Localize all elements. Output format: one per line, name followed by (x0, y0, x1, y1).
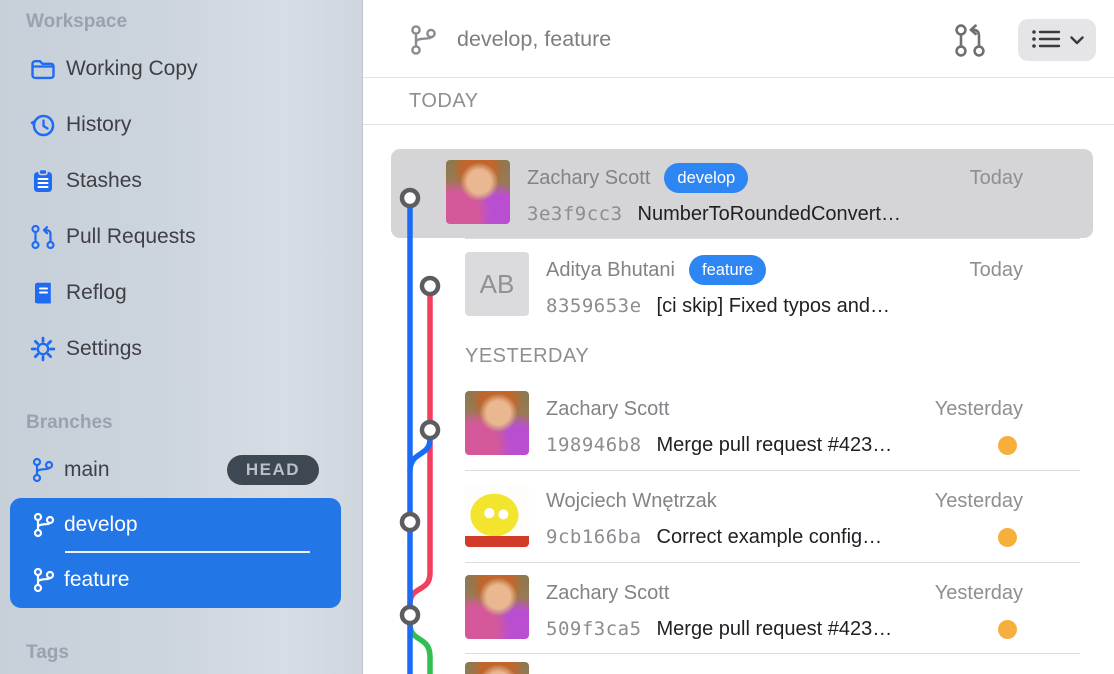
reflog-book-icon (28, 278, 58, 308)
workspace-section-label: Workspace (26, 8, 127, 36)
tags-section-label: Tags (26, 639, 69, 667)
stashes-clipboard-icon (28, 166, 58, 196)
chevron-down-icon (1070, 33, 1084, 48)
commit-message: Merge pull request #423… (657, 618, 893, 641)
section-header-yesterday: YESTERDAY (465, 342, 589, 370)
toolbar: develop, feature (363, 0, 1114, 78)
commit-author: Zachary Scott (527, 167, 650, 190)
branch-badge: feature (689, 255, 766, 285)
commit-node (402, 607, 418, 623)
sidebar-item-label: Pull Requests (66, 225, 196, 249)
git-client-window: Workspace Working Copy History Stashes P… (0, 0, 1114, 674)
commit-hash: 9cb166ba (546, 526, 642, 548)
settings-gear-icon (28, 334, 58, 364)
commit-message: NumberToRoundedConvert… (638, 203, 901, 226)
commit-hash: 8359653e (546, 295, 642, 317)
branch-name: feature (64, 568, 129, 592)
commit-row[interactable]: AB Aditya Bhutani feature Today 8359653e… (363, 239, 1114, 331)
commit-author: Wojciech Wnętrzak (546, 490, 717, 513)
commit-message: Merge pull request #423… (657, 434, 893, 457)
sidebar-item-pull-requests[interactable]: Pull Requests (0, 209, 363, 265)
commit-graph (376, 125, 456, 674)
commit-date: Today (970, 255, 1023, 285)
ci-status-dot (998, 528, 1017, 547)
git-branch-icon (29, 510, 59, 540)
commit-row[interactable]: Wojciech Wnętrzak Yesterday 9cb166ba Cor… (363, 470, 1114, 562)
sidebar-item-label: Reflog (66, 281, 127, 305)
commit-hash: 3e3f9cc3 (527, 203, 623, 225)
avatar (465, 662, 529, 674)
commit-row[interactable]: Zachary Scott develop Today 3e3f9cc3 Num… (363, 147, 1114, 236)
avatar: AB (465, 252, 529, 316)
section-header-today: TODAY (363, 78, 1114, 125)
sidebar-item-label: Settings (66, 337, 142, 361)
commit-node (422, 278, 438, 294)
sidebar-item-history[interactable]: History (0, 97, 363, 153)
branch-name: develop (64, 513, 138, 537)
graph-edge-green (410, 624, 430, 674)
sidebar-item-label: Stashes (66, 169, 142, 193)
commit-row[interactable]: Zachary Scott Yesterday 198946b8 Merge p… (363, 378, 1114, 470)
head-badge: HEAD (227, 455, 319, 485)
list-view-icon (1031, 27, 1061, 54)
sidebar-item-label: History (66, 113, 131, 137)
git-branch-icon (408, 23, 438, 62)
sidebar: Workspace Working Copy History Stashes P… (0, 0, 363, 674)
history-clock-icon (28, 110, 58, 140)
commit-message: Correct example config… (657, 526, 883, 549)
commit-date: Yesterday (935, 394, 1023, 424)
commit-hash: 198946b8 (546, 434, 642, 456)
branch-badge: develop (664, 163, 748, 193)
commit-hash: 509f3ca5 (546, 618, 642, 640)
ci-status-dot (998, 620, 1017, 639)
sidebar-item-settings[interactable]: Settings (0, 321, 363, 377)
git-branch-icon (29, 565, 59, 595)
commit-author: Zachary Scott (546, 398, 669, 421)
section-label: TODAY (409, 78, 479, 125)
commit-node (422, 422, 438, 438)
branches-section-label: Branches (26, 409, 113, 437)
pull-request-icon (28, 222, 58, 252)
sidebar-item-stashes[interactable]: Stashes (0, 153, 363, 209)
commit-author: Zachary Scott (546, 582, 669, 605)
selected-branches-title: develop, feature (457, 0, 611, 78)
commit-date: Yesterday (935, 486, 1023, 516)
branch-name: main (64, 458, 110, 482)
avatar (465, 483, 529, 547)
commit-node (402, 190, 418, 206)
commit-author: Aditya Bhutani (546, 259, 675, 282)
commit-row[interactable]: Zachary Scott Yesterday 509f3ca5 Merge p… (363, 562, 1114, 654)
commit-list: Zachary Scott develop Today 3e3f9cc3 Num… (363, 125, 1114, 674)
commit-message: [ci skip] Fixed typos and… (657, 295, 890, 318)
commit-date: Yesterday (935, 578, 1023, 608)
sidebar-branch-develop[interactable]: develop (10, 498, 341, 552)
sidebar-item-working-copy[interactable]: Working Copy (0, 41, 363, 97)
view-options-button[interactable] (1018, 19, 1096, 61)
graph-edge-blue-merge (410, 439, 430, 471)
commit-date: Today (970, 163, 1023, 193)
git-branch-icon (28, 455, 58, 485)
sidebar-branch-main[interactable]: main HEAD (0, 442, 363, 498)
sidebar-item-reflog[interactable]: Reflog (0, 265, 363, 321)
ci-status-dot (998, 436, 1017, 455)
sidebar-item-label: Working Copy (66, 57, 198, 81)
selected-branches-group: develop feature (10, 498, 341, 608)
commit-node (402, 514, 418, 530)
sidebar-branch-feature[interactable]: feature (10, 553, 341, 607)
avatar (465, 575, 529, 639)
folder-icon (28, 54, 58, 84)
commit-row-partial[interactable] (363, 653, 1114, 674)
commit-history-pane: develop, feature TODAY (363, 0, 1114, 674)
avatar (465, 391, 529, 455)
pull-request-icon[interactable] (950, 20, 990, 65)
